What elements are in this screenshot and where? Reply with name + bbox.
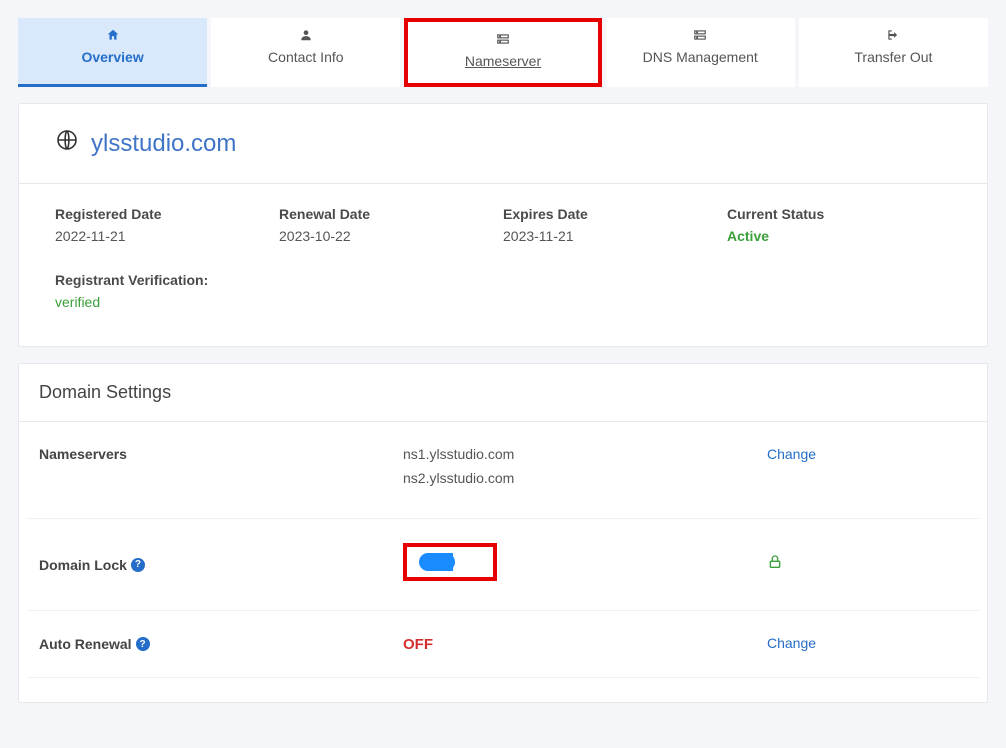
change-nameservers-link[interactable]: Change — [767, 446, 816, 462]
nameserver-value: ns2.ylsstudio.com — [403, 470, 767, 486]
change-auto-renewal-link[interactable]: Change — [767, 635, 816, 651]
registrant-verification: Registrant Verification: verified — [19, 244, 987, 346]
nameservers-label: Nameservers — [39, 446, 403, 462]
nameservers-list: ns1.ylsstudio.com ns2.ylsstudio.com — [403, 446, 767, 494]
domain-info-card: ylsstudio.com Registered Date 2022-11-21… — [18, 103, 988, 347]
status-value: Active — [727, 228, 951, 244]
help-icon[interactable]: ? — [136, 637, 150, 651]
tab-label: DNS Management — [643, 49, 758, 65]
server-icon — [496, 32, 510, 49]
domain-lock-toggle[interactable] — [419, 553, 453, 571]
domain-header: ylsstudio.com — [19, 104, 987, 183]
tab-bar: Overview Contact Info Nameserver DNS Man… — [18, 18, 988, 87]
renewal-date-label: Renewal Date — [279, 206, 503, 222]
registered-date-label: Registered Date — [55, 206, 279, 222]
renewal-date-value: 2023-10-22 — [279, 228, 503, 244]
auto-renewal-value: OFF — [403, 636, 767, 653]
help-icon[interactable]: ? — [131, 558, 145, 572]
home-icon — [106, 28, 120, 45]
setting-row-domain-lock: Domain Lock ? — [27, 519, 979, 611]
tab-label: Nameserver — [465, 53, 541, 69]
server-icon — [693, 28, 707, 45]
lock-icon — [767, 557, 783, 574]
registrant-ver-value: verified — [55, 294, 951, 310]
tab-nameserver[interactable]: Nameserver — [404, 18, 601, 87]
globe-icon — [55, 128, 79, 159]
setting-row-nameservers: Nameservers ns1.ylsstudio.com ns2.ylsstu… — [27, 422, 979, 519]
registrant-ver-label: Registrant Verification: — [55, 272, 951, 288]
user-icon — [299, 28, 313, 45]
domain-lock-label: Domain Lock ? — [39, 557, 403, 573]
sign-out-icon — [886, 28, 900, 45]
tab-label: Contact Info — [268, 49, 344, 65]
status-label: Current Status — [727, 206, 951, 222]
registered-date-value: 2022-11-21 — [55, 228, 279, 244]
expires-date-value: 2023-11-21 — [503, 228, 727, 244]
tab-contact-info[interactable]: Contact Info — [211, 18, 400, 87]
tab-overview[interactable]: Overview — [18, 18, 207, 87]
tab-label: Overview — [81, 49, 143, 65]
section-title: Domain Settings — [19, 364, 987, 422]
domain-settings-card: Domain Settings Nameservers ns1.ylsstudi… — [18, 363, 988, 703]
expires-date-label: Expires Date — [503, 206, 727, 222]
tab-label: Transfer Out — [854, 49, 932, 65]
setting-row-auto-renewal: Auto Renewal ? OFF Change — [27, 611, 979, 678]
info-grid: Registered Date 2022-11-21 Renewal Date … — [19, 184, 987, 244]
tab-transfer-out[interactable]: Transfer Out — [799, 18, 988, 87]
auto-renewal-label: Auto Renewal ? — [39, 636, 403, 652]
nameserver-value: ns1.ylsstudio.com — [403, 446, 767, 462]
tab-dns-management[interactable]: DNS Management — [606, 18, 795, 87]
domain-lock-highlight — [403, 543, 497, 581]
domain-name: ylsstudio.com — [91, 130, 236, 158]
